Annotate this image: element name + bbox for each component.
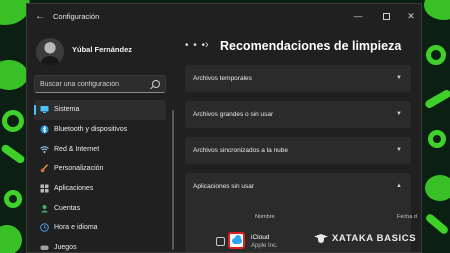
sidebar-nav: Sistema Bluetooth y dispositivos Red & I… bbox=[34, 100, 166, 252]
sidebar-item-juegos[interactable]: Juegos bbox=[34, 238, 166, 252]
column-header-name[interactable]: Nombre bbox=[255, 214, 275, 220]
brush-icon bbox=[40, 164, 49, 173]
sidebar-item-cuentas[interactable]: Cuentas bbox=[34, 198, 166, 218]
avatar[interactable] bbox=[36, 38, 64, 66]
page-title: Recomendaciones de limpieza bbox=[220, 39, 402, 53]
row-checkbox[interactable] bbox=[216, 237, 225, 246]
sidebar: Yúbal Fernández Sistema Bluetooth y disp… bbox=[27, 30, 175, 252]
search-input[interactable] bbox=[40, 78, 150, 90]
apps-icon bbox=[40, 184, 49, 193]
settings-window: ← Configuración — ✕ Yúbal Fernández Sist… bbox=[26, 3, 422, 253]
minimize-button[interactable]: — bbox=[344, 8, 372, 24]
section-label: Archivos temporales bbox=[193, 75, 252, 82]
monitor-icon bbox=[40, 105, 49, 114]
sidebar-item-aplicaciones[interactable]: Aplicaciones bbox=[34, 179, 166, 199]
sidebar-item-label: Personalización bbox=[54, 165, 104, 173]
breadcrumb-ellipsis[interactable]: • • • bbox=[185, 40, 206, 51]
icloud-app-icon bbox=[228, 232, 245, 249]
sidebar-item-bluetooth[interactable]: Bluetooth y dispositivos bbox=[34, 120, 166, 140]
sidebar-item-label: Hora e idioma bbox=[54, 224, 98, 232]
window-title: Configuración bbox=[53, 12, 100, 21]
app-publisher: Apple Inc. bbox=[251, 243, 278, 249]
app-name: iCloud bbox=[251, 234, 270, 241]
sidebar-item-label: Cuentas bbox=[54, 204, 81, 212]
section-label: Archivos sincronizados a la nube bbox=[193, 147, 289, 154]
search-icon[interactable] bbox=[152, 80, 160, 88]
section-label: Archivos grandes o sin usar bbox=[193, 111, 274, 118]
maximize-button[interactable] bbox=[372, 8, 400, 24]
sidebar-item-red-internet[interactable]: Red & Internet bbox=[34, 139, 166, 159]
sidebar-item-label: Bluetooth y dispositivos bbox=[54, 126, 128, 134]
sidebar-item-label: Sistema bbox=[54, 106, 80, 114]
sidebar-scrollbar[interactable] bbox=[172, 110, 174, 250]
maximize-icon bbox=[382, 13, 390, 21]
wifi-icon bbox=[40, 145, 49, 154]
sidebar-item-personalizacion[interactable]: Personalización bbox=[34, 159, 166, 179]
search-box[interactable] bbox=[34, 75, 166, 93]
user-email-obscured bbox=[72, 55, 134, 60]
watermark: XATAKA BASICS bbox=[314, 231, 416, 245]
section-archivos-grandes[interactable]: Archivos grandes o sin usar ▼ bbox=[185, 101, 411, 128]
section-archivos-sincronizados[interactable]: Archivos sincronizados a la nube ▼ bbox=[185, 137, 411, 164]
globe-clock-icon bbox=[40, 223, 49, 233]
gamepad-icon bbox=[40, 243, 49, 252]
chevron-down-icon: ▼ bbox=[396, 147, 402, 153]
user-name: Yúbal Fernández bbox=[72, 45, 133, 54]
bluetooth-icon bbox=[40, 125, 49, 134]
watermark-text: XATAKA BASICS bbox=[332, 232, 417, 244]
sidebar-item-label: Red & Internet bbox=[54, 145, 100, 153]
close-button[interactable]: ✕ bbox=[397, 8, 421, 24]
sidebar-item-hora-idioma[interactable]: Hora e idioma bbox=[34, 218, 166, 238]
sidebar-item-label: Juegos bbox=[54, 244, 77, 252]
sidebar-item-label: Aplicaciones bbox=[54, 185, 94, 193]
section-archivos-temporales[interactable]: Archivos temporales ▼ bbox=[185, 65, 411, 92]
person-icon bbox=[40, 204, 49, 213]
breadcrumb-separator: › bbox=[205, 39, 209, 51]
chevron-down-icon: ▼ bbox=[396, 111, 402, 117]
chevron-up-icon: ▲ bbox=[396, 183, 402, 189]
section-label: Aplicaciones sin usar bbox=[193, 183, 255, 190]
graduation-cap-icon bbox=[314, 232, 328, 244]
sidebar-item-sistema[interactable]: Sistema bbox=[34, 100, 166, 120]
title-bar: ← Configuración — ✕ bbox=[27, 4, 421, 30]
back-arrow-icon[interactable]: ← bbox=[34, 11, 46, 23]
chevron-down-icon: ▼ bbox=[396, 75, 402, 81]
main-content: • • • › Recomendaciones de limpieza Arch… bbox=[175, 30, 421, 252]
column-header-date[interactable]: Fecha d bbox=[397, 214, 417, 220]
